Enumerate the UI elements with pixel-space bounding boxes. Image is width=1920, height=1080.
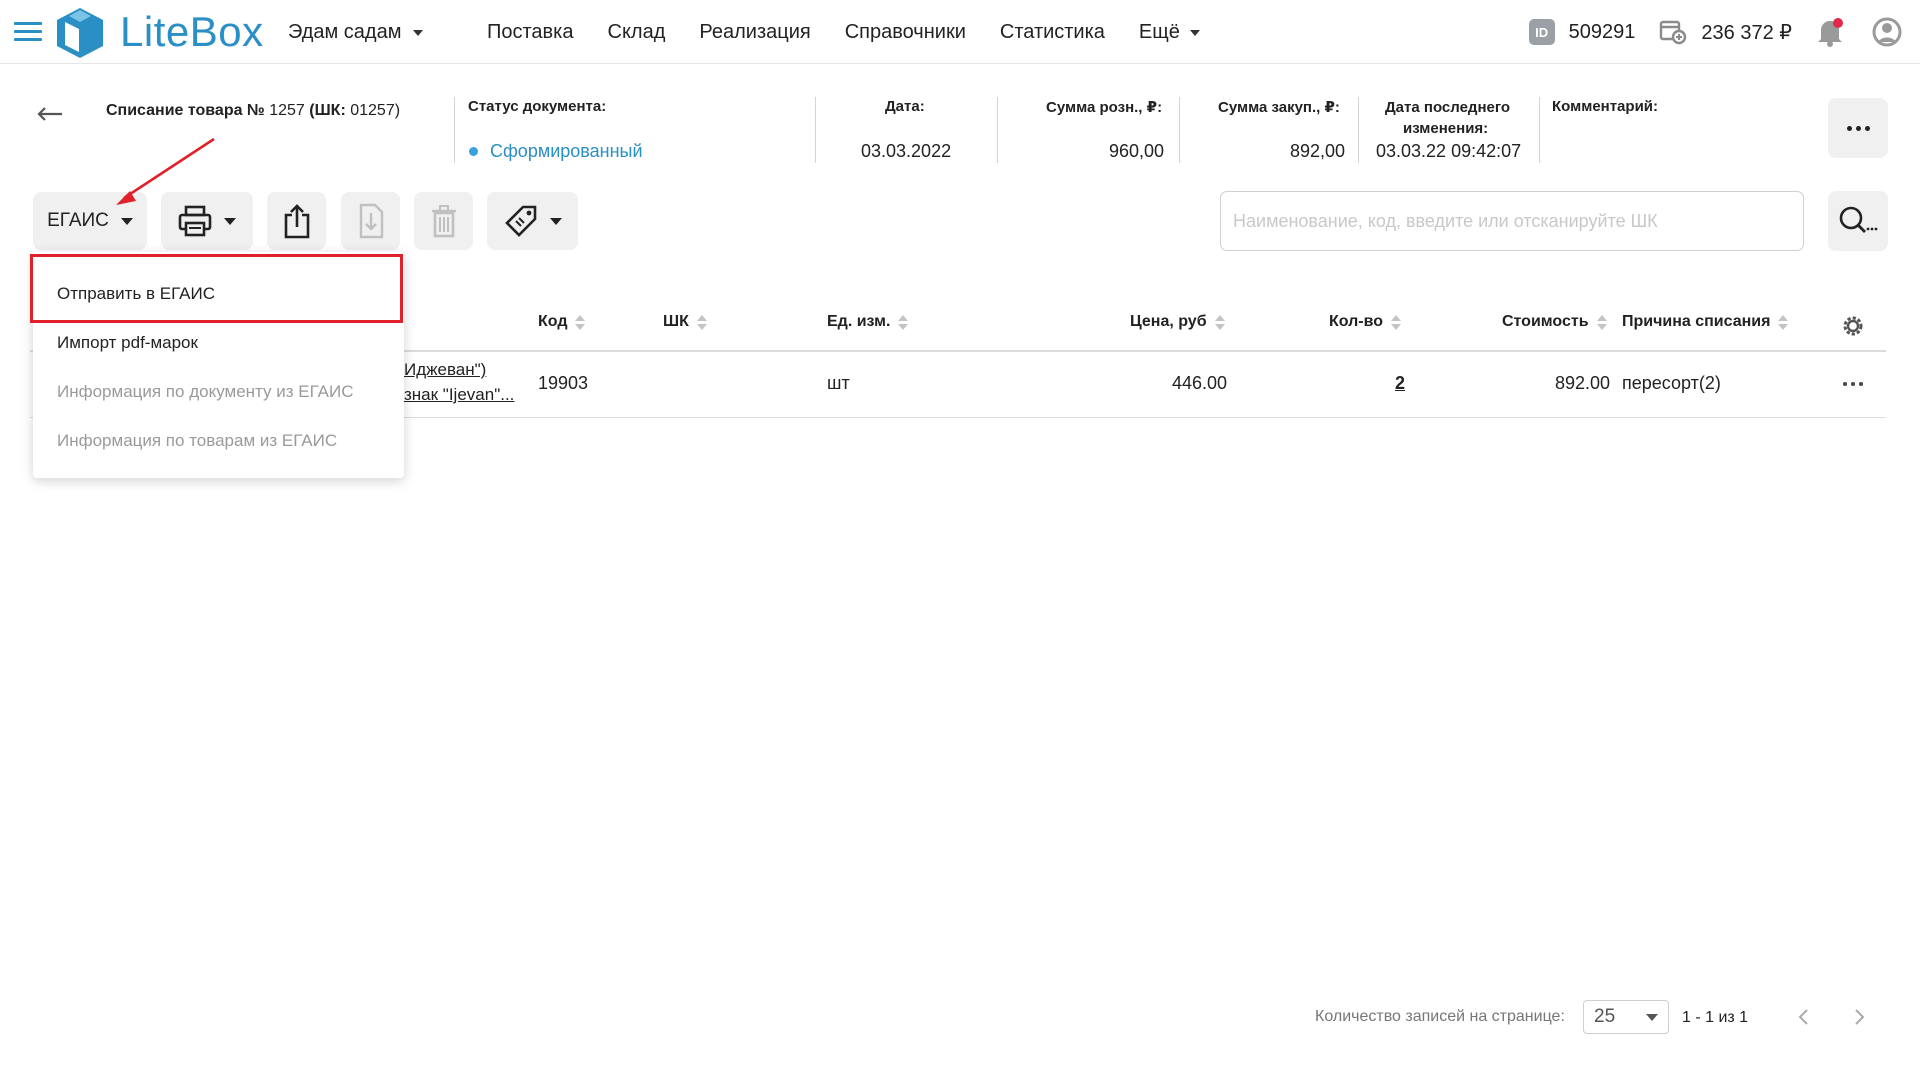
egais-button-label: ЕГАИС: [47, 210, 109, 231]
last-change-label-2: изменения:: [1403, 120, 1489, 137]
organization-selector[interactable]: Эдам садам: [288, 21, 424, 44]
caret-down-icon: [1189, 29, 1200, 36]
column-divider: [997, 97, 998, 163]
cell-unit: шт: [827, 373, 850, 393]
chevron-left-icon[interactable]: [1797, 1008, 1811, 1026]
retail-sum-label: Сумма розн., ₽:: [1046, 99, 1163, 116]
id-icon: ID: [1528, 19, 1555, 45]
more-actions-button[interactable]: [1828, 98, 1888, 158]
column-header-price[interactable]: Цена, руб: [1130, 313, 1225, 331]
column-divider: [1358, 97, 1359, 163]
product-name-line1[interactable]: Иджеван"): [404, 360, 486, 380]
export-button[interactable]: [267, 192, 326, 250]
date-label: Дата:: [885, 98, 925, 115]
retail-sum-value: 960,00: [1109, 141, 1165, 161]
column-header-reason[interactable]: Причина списания: [1622, 313, 1789, 331]
column-header-unit[interactable]: Ед. изм.: [827, 313, 909, 331]
share-export-icon: [284, 204, 309, 239]
cell-cost: 892.00: [1554, 373, 1610, 393]
sort-icon: [898, 314, 909, 330]
row-more-icon[interactable]: [1843, 382, 1863, 386]
column-header-qty[interactable]: Кол-во: [1329, 313, 1402, 331]
sort-icon: [1391, 314, 1402, 330]
nav-item-statistics[interactable]: Статистика: [1000, 21, 1105, 44]
delete-button[interactable]: [414, 192, 473, 250]
purchase-sum-value: 892,00: [1290, 141, 1346, 161]
back-arrow-icon[interactable]: [36, 104, 64, 124]
gear-icon[interactable]: [1840, 313, 1866, 339]
logo-text[interactable]: LiteBox: [120, 8, 264, 56]
per-page-label: Количество записей на странице:: [1315, 1008, 1565, 1025]
column-header-barcode[interactable]: ШК: [663, 313, 707, 331]
caret-down-icon: [1646, 1013, 1658, 1021]
user-avatar-icon[interactable]: [1872, 16, 1902, 48]
column-divider: [454, 97, 455, 163]
last-change-value: 03.03.22 09:42:07: [1376, 141, 1522, 161]
account-area: ID 509291 236 372 ₽: [1528, 16, 1902, 48]
per-page-value: 25: [1594, 1006, 1616, 1027]
caret-down-icon: [120, 217, 133, 225]
main-nav: Поставка Склад Реализация Справочники Ст…: [487, 21, 1200, 44]
status-dot-icon: [469, 147, 478, 156]
product-name-line2[interactable]: знак "Ijevan"...: [404, 385, 514, 405]
more-dots-icon: [1846, 125, 1870, 131]
sort-icon: [696, 314, 707, 330]
import-file-icon: [359, 203, 383, 239]
status-value: Сформированный: [469, 141, 643, 162]
wallet-icon[interactable]: [1659, 19, 1687, 45]
sort-icon: [1778, 314, 1789, 330]
sort-icon: [575, 314, 586, 330]
column-divider: [1539, 97, 1540, 163]
nav-item-sales[interactable]: Реализация: [699, 21, 810, 44]
nav-item-warehouse[interactable]: Склад: [608, 21, 666, 44]
highlight-box: [30, 254, 403, 323]
menu-item-document-info[interactable]: Информация по документу из ЕГАИС: [57, 382, 354, 402]
document-title: Списание товара № 1257 (ШК: 01257): [106, 102, 401, 119]
nav-item-directories[interactable]: Справочники: [845, 21, 966, 44]
search-input[interactable]: [1220, 191, 1804, 251]
cell-price: 446.00: [1171, 373, 1227, 393]
caret-down-icon: [224, 217, 236, 225]
column-header-code[interactable]: Код: [538, 313, 586, 331]
purchase-sum-label: Сумма закуп., ₽:: [1218, 99, 1340, 116]
menu-item-import-pdf-marks[interactable]: Импорт pdf-марок: [57, 333, 198, 353]
per-page-select[interactable]: 25: [1583, 1000, 1669, 1034]
menu-item-products-info[interactable]: Информация по товарам из ЕГАИС: [57, 431, 337, 451]
status-label: Статус документа:: [468, 98, 607, 115]
price-tag-icon: [504, 205, 536, 237]
cell-qty[interactable]: 2: [1329, 373, 1405, 394]
last-change-label: Дата последнего: [1385, 99, 1511, 116]
price-tag-button[interactable]: [487, 192, 578, 250]
account-id: 509291: [1568, 20, 1636, 43]
menu-icon[interactable]: [14, 22, 42, 42]
top-navbar: LiteBox Эдам садам Поставка Склад Реализ…: [0, 0, 1920, 64]
nav-item-delivery[interactable]: Поставка: [487, 21, 574, 44]
nav-item-more[interactable]: Ещё: [1139, 21, 1200, 44]
account-balance: 236 372 ₽: [1701, 21, 1792, 44]
organization-name: Эдам садам: [288, 21, 402, 43]
column-divider: [815, 97, 816, 163]
import-button[interactable]: [341, 192, 400, 250]
pagination-range: 1 - 1 из 1: [1682, 1009, 1749, 1026]
caret-down-icon: [413, 29, 424, 36]
trash-icon: [431, 205, 456, 238]
column-divider: [1179, 97, 1180, 163]
annotation-arrow-icon: [116, 137, 215, 205]
sort-icon: [1214, 314, 1225, 330]
comment-label: Комментарий:: [1552, 98, 1659, 115]
chevron-right-icon[interactable]: [1852, 1008, 1866, 1026]
bell-icon[interactable]: [1816, 17, 1844, 47]
cell-code: 19903: [538, 373, 589, 393]
caret-down-icon: [549, 217, 562, 225]
date-value: 03.03.2022: [861, 141, 952, 161]
sort-icon: [1596, 314, 1607, 330]
search-button[interactable]: [1828, 191, 1888, 251]
column-header-cost[interactable]: Стоимость: [1502, 313, 1607, 331]
litebox-logo-icon[interactable]: [55, 6, 105, 58]
search-icon: [1839, 206, 1878, 233]
cell-reason: пересорт(2): [1622, 373, 1721, 393]
